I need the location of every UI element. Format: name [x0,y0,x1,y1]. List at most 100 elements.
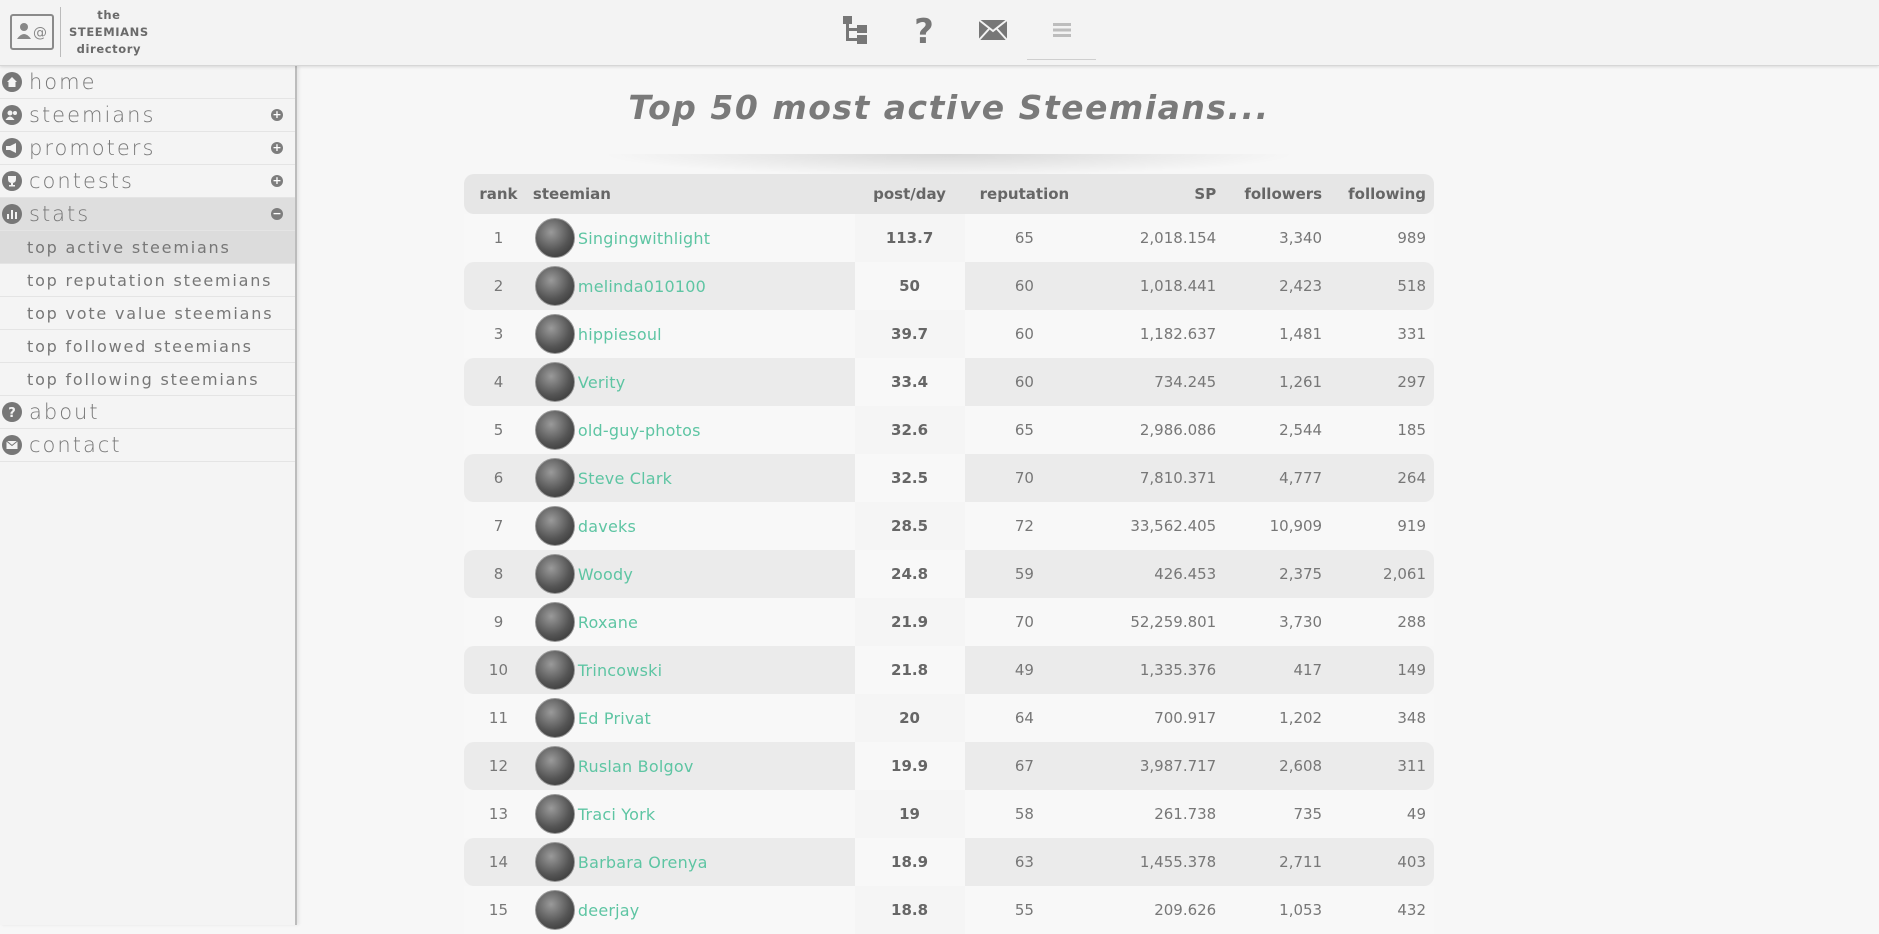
cell-following: 432 [1397,901,1426,919]
steemian-link[interactable]: Singingwithlight [578,229,710,248]
steemian-link[interactable]: melinda010100 [578,277,706,296]
expand-icon[interactable]: + [271,109,283,121]
steemian-link[interactable]: deerjay [578,901,640,920]
menu-button[interactable] [1027,0,1096,60]
cell-sp: 3,987.717 [1139,757,1217,775]
sidebar-item-promoters[interactable]: promoters + [0,132,295,165]
cell-post-day: 33.4 [891,373,929,391]
site-logo[interactable]: @ the STEEMIANS directory [10,6,149,58]
steemian-link[interactable]: daveks [578,517,636,536]
steemian-link[interactable]: Ruslan Bolgov [578,757,694,776]
main-content: Top 50 most active Steemians... rank ste… [299,66,1879,934]
avatar[interactable] [534,554,575,594]
header-sp[interactable]: SP [1084,185,1216,203]
sidebar-item-contests[interactable]: contests + [0,165,295,198]
sidebar-subitem-label: top active steemians [27,237,231,257]
avatar[interactable] [534,362,575,402]
avatar[interactable] [534,506,575,546]
avatar[interactable] [534,458,575,498]
avatar[interactable] [534,890,575,930]
steemian-link[interactable]: Steve Clark [578,469,672,488]
steemian-link[interactable]: Woody [578,565,633,584]
help-icon: ? [914,13,934,47]
cell-followers: 417 [1293,661,1323,679]
avatar[interactable] [534,266,575,306]
contact-button[interactable] [958,0,1027,60]
avatar[interactable] [534,698,575,738]
sidebar-item-contact[interactable]: contact [0,429,295,462]
steemian-link[interactable]: Trincowski [578,661,662,680]
sidebar-subitem-label: top followed steemians [27,336,253,356]
sidebar-item-stats[interactable]: stats − [0,198,295,231]
sitemap-button[interactable] [820,0,889,60]
sidebar-subitem-top-followed[interactable]: top followed steemians [0,330,295,363]
bar-chart-icon [2,204,22,224]
cell-followers: 735 [1293,805,1323,823]
avatar[interactable] [534,842,575,882]
steemian-link[interactable]: Barbara Orenya [578,853,708,872]
avatar[interactable] [534,602,575,642]
cell-post-day: 19.9 [891,757,929,775]
steemian-link[interactable]: old-guy-photos [578,421,701,440]
steemian-link[interactable]: Ed Privat [578,709,651,728]
header-following[interactable]: following [1322,185,1434,203]
cell-steemian: Woody [533,554,855,594]
cell-post-day: 18.8 [891,901,929,919]
expand-icon[interactable]: + [271,175,283,187]
cell-following: 989 [1397,229,1426,247]
expand-icon[interactable]: + [271,142,283,154]
sidebar-item-about[interactable]: ? about [0,396,295,429]
cell-followers: 1,202 [1279,709,1323,727]
sidebar-subitem-top-following[interactable]: top following steemians [0,363,295,396]
ranking-table: rank steemian post/day reputation SP fol… [464,174,1434,934]
cell-followers: 2,711 [1279,853,1323,871]
sidebar-item-home[interactable]: home [0,66,295,99]
cell-post-day: 18.9 [891,853,929,871]
avatar[interactable] [534,650,575,690]
table-row: 9 Roxane 21.9 70 52,259.801 3,730 288 [464,598,1434,646]
cell-rank: 15 [488,901,508,919]
collapse-icon[interactable]: − [271,208,283,220]
cell-followers: 2,375 [1279,565,1323,583]
cell-steemian: old-guy-photos [533,410,855,450]
sidebar-subitem-top-vote-value[interactable]: top vote value steemians [0,297,295,330]
cell-following: 403 [1397,853,1426,871]
header-steemian[interactable]: steemian [533,185,855,203]
cell-following: 149 [1397,661,1426,679]
cell-reputation: 55 [1014,901,1034,919]
avatar[interactable] [534,794,575,834]
cell-steemian: Steve Clark [533,458,855,498]
table-row: 12 Ruslan Bolgov 19.9 67 3,987.717 2,608 311 [464,742,1434,790]
header-followers[interactable]: followers [1216,185,1322,203]
header-rank[interactable]: rank [464,185,533,203]
sidebar-item-steemians[interactable]: steemians + [0,99,295,132]
table-row: 11 Ed Privat 20 64 700.917 1,202 348 [464,694,1434,742]
cell-post-day: 50 [899,277,920,295]
steemian-link[interactable]: Traci York [578,805,655,824]
cell-post-day: 21.8 [891,661,929,679]
header-post-day[interactable]: post/day [855,185,965,203]
cell-reputation: 63 [1014,853,1034,871]
steemian-link[interactable]: hippiesoul [578,325,662,344]
cell-steemian: Roxane [533,602,855,642]
cell-sp: 700.917 [1154,709,1217,727]
header-reputation[interactable]: reputation [964,185,1084,203]
cell-sp: 1,455.378 [1139,853,1217,871]
cell-following: 348 [1397,709,1426,727]
table-row: 5 old-guy-photos 32.6 65 2,986.086 2,544 185 [464,406,1434,454]
cell-rank: 10 [488,661,508,679]
sidebar-subitem-top-reputation[interactable]: top reputation steemians [0,264,295,297]
sidebar-subitem-label: top reputation steemians [27,270,273,290]
steemian-link[interactable]: Verity [578,373,626,392]
table-row: 4 Verity 33.4 60 734.245 1,261 297 [464,358,1434,406]
help-button[interactable]: ? [889,0,958,60]
cell-sp: 209.626 [1154,901,1217,919]
avatar[interactable] [534,314,575,354]
steemian-link[interactable]: Roxane [578,613,638,632]
cell-followers: 1,053 [1279,901,1323,919]
avatar[interactable] [534,410,575,450]
avatar[interactable] [534,218,575,258]
table-row: 15 deerjay 18.8 55 209.626 1,053 432 [464,886,1434,934]
avatar[interactable] [534,746,575,786]
sidebar-subitem-top-active[interactable]: top active steemians [0,231,295,264]
